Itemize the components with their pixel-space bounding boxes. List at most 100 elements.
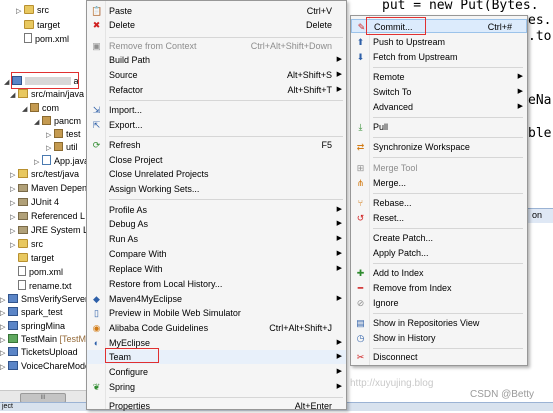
project-icon xyxy=(8,347,18,356)
tree-item[interactable]: ◢ src/main/java xyxy=(10,88,84,101)
menu-item-disconnect[interactable]: ✂ Disconnect xyxy=(351,350,527,364)
menu-item-source[interactable]: Source Alt+Shift+S ▶ xyxy=(87,68,346,82)
package-explorer: ▷ src target pom.xml ◢ a ◢ src/main/java ◢… xyxy=(0,0,90,410)
tree-item[interactable]: ▷ src xyxy=(10,238,43,251)
package-icon xyxy=(54,129,63,138)
tree-item[interactable]: ◢ pancm xyxy=(34,115,81,128)
menu-item-export[interactable]: ⇱ Export... xyxy=(87,118,346,132)
code-line: .to xyxy=(528,29,552,44)
mobile-icon: ▯ xyxy=(94,308,99,318)
menu-item-assign-working-sets[interactable]: Assign Working Sets... xyxy=(87,182,346,196)
tree-item[interactable]: ▷ JRE System Li xyxy=(10,224,90,237)
submenu-arrow-icon: ▶ xyxy=(517,88,523,95)
tree-item[interactable]: ▷ springMina xyxy=(0,320,65,333)
menu-item-refresh[interactable]: ⟳ Refresh F5 xyxy=(87,138,346,152)
history-icon: ◷ xyxy=(356,333,365,343)
menu-item-run-as[interactable]: Run As ▶ xyxy=(87,232,346,246)
rebase-icon: ⑂ xyxy=(357,198,364,208)
highlight-box-commit xyxy=(366,17,426,35)
merge-icon: ⋔ xyxy=(356,178,365,188)
tree-item[interactable]: ▷ TestMain [TestM xyxy=(0,333,86,346)
menu-item-import[interactable]: ⇲ Import... xyxy=(87,103,346,117)
menu-item-show-repositories[interactable]: ▤ Show in Repositories View xyxy=(351,316,527,330)
tree-item[interactable]: ▷ JUnit 4 xyxy=(10,196,59,209)
tree-item[interactable]: ▷ SmsVerifyServer xyxy=(0,293,88,306)
paste-icon: 📋 xyxy=(91,6,103,16)
menu-item-restore-local-history[interactable]: Restore from Local History... xyxy=(87,277,346,291)
tree-item[interactable]: ▷ VoiceChareMode xyxy=(0,360,90,373)
tree-item[interactable]: target xyxy=(16,19,60,32)
menu-item-reset[interactable]: ↺ Reset... xyxy=(351,211,527,225)
code-line: es. xyxy=(528,13,552,28)
submenu-arrow-icon: ▶ xyxy=(336,265,342,272)
menu-item-compare-with[interactable]: Compare With ▶ xyxy=(87,247,346,261)
submenu-arrow-icon: ▶ xyxy=(336,353,342,360)
remove-context-icon: ▣ xyxy=(92,41,101,51)
import-icon: ⇲ xyxy=(92,105,101,115)
package-icon xyxy=(30,103,39,112)
submenu-arrow-icon: ▶ xyxy=(336,235,342,242)
menu-item-switch-to[interactable]: Switch To ▶ xyxy=(351,85,527,99)
menu-item-configure[interactable]: Configure ▶ xyxy=(87,365,346,379)
tree-item[interactable]: ▷ TicketsUpload xyxy=(0,346,78,359)
package-icon xyxy=(42,116,51,125)
project-icon xyxy=(8,307,18,316)
tree-item[interactable]: pom.xml xyxy=(16,33,69,46)
menu-item-refactor[interactable]: Refactor Alt+Shift+T ▶ xyxy=(87,83,346,97)
menu-item-replace-with[interactable]: Replace With ▶ xyxy=(87,262,346,276)
menu-item-apply-patch[interactable]: Apply Patch... xyxy=(351,246,527,260)
menu-item-push-upstream[interactable]: ⬆ Push to Upstream xyxy=(351,35,527,49)
menu-item-properties[interactable]: Properties Alt+Enter xyxy=(87,399,346,413)
code-line: ble xyxy=(528,126,552,141)
tree-item[interactable]: target xyxy=(10,252,54,265)
tree-item[interactable]: ▷ spark_test xyxy=(0,306,63,319)
menu-item-maven4myeclipse[interactable]: ◆ Maven4MyEclipse ▶ xyxy=(87,292,346,306)
menu-item-remote[interactable]: Remote ▶ xyxy=(351,70,527,84)
project-icon xyxy=(8,294,18,303)
tree-item[interactable]: ▷ src xyxy=(16,4,49,17)
menu-item-delete[interactable]: ✖ Delete Delete xyxy=(87,18,346,32)
java-file-icon xyxy=(42,155,51,165)
tree-item[interactable]: ▷ test xyxy=(46,128,81,141)
tree-item[interactable]: ▷ App.java xyxy=(34,155,89,168)
menu-item-merge[interactable]: ⋔ Merge... xyxy=(351,176,527,190)
menu-item-debug-as[interactable]: Debug As ▶ xyxy=(87,217,346,231)
menu-item-ignore[interactable]: ⊘ Ignore xyxy=(351,296,527,310)
submenu-arrow-icon: ▶ xyxy=(336,295,342,302)
library-icon xyxy=(18,226,28,234)
maven-icon: ◆ xyxy=(93,294,100,304)
menu-item-close-project[interactable]: Close Project xyxy=(87,153,346,167)
source-folder-icon xyxy=(18,169,28,178)
menu-item-spring[interactable]: ❦ Spring ▶ xyxy=(87,380,346,394)
menu-item-paste[interactable]: 📋 Paste Ctrl+V xyxy=(87,4,346,18)
menu-item-pull[interactable]: ⤓ Pull xyxy=(351,120,527,134)
context-menu: 📋 Paste Ctrl+V ✖ Delete Delete ▣ Remove from … xyxy=(86,0,347,413)
tree-item[interactable]: ◢ com xyxy=(22,102,59,115)
menu-item-rebase[interactable]: ⑂ Rebase... xyxy=(351,196,527,210)
submenu-arrow-icon: ▶ xyxy=(336,71,342,78)
tree-item[interactable]: ▷ src/test/java xyxy=(10,168,79,181)
folder-icon xyxy=(24,20,34,29)
menu-item-show-history[interactable]: ◷ Show in History xyxy=(351,331,527,345)
spring-icon: ❦ xyxy=(92,382,101,392)
remove-index-icon: ━ xyxy=(357,283,364,293)
tree-item[interactable]: ▷ Maven Depen xyxy=(10,182,87,195)
refresh-icon: ⟳ xyxy=(92,140,101,150)
ignore-icon: ⊘ xyxy=(356,298,365,308)
menu-item-preview-mobile[interactable]: ▯ Preview in Mobile Web Simulator xyxy=(87,306,346,320)
tree-item[interactable]: rename.txt xyxy=(10,280,72,293)
tree-item[interactable]: ▷ Referenced L xyxy=(10,210,85,223)
menu-item-build-path[interactable]: Build Path ▶ xyxy=(87,53,346,67)
menu-item-create-patch[interactable]: Create Patch... xyxy=(351,231,527,245)
menu-item-alibaba-guidelines[interactable]: ◉ Alibaba Code Guidelines Ctrl+Alt+Shift+J xyxy=(87,321,346,335)
menu-item-add-to-index[interactable]: ✚ Add to Index xyxy=(351,266,527,280)
menu-item-fetch-upstream[interactable]: ⬇ Fetch from Upstream xyxy=(351,50,527,64)
library-icon xyxy=(18,198,28,206)
menu-item-advanced[interactable]: Advanced ▶ xyxy=(351,100,527,114)
menu-item-synchronize[interactable]: ⇄ Synchronize Workspace xyxy=(351,140,527,154)
tree-item[interactable]: ▷ util xyxy=(46,141,78,154)
tree-item[interactable]: pom.xml xyxy=(10,266,63,279)
menu-item-profile-as[interactable]: Profile As ▶ xyxy=(87,203,346,217)
menu-item-close-unrelated-projects[interactable]: Close Unrelated Projects xyxy=(87,167,346,181)
menu-item-remove-from-index[interactable]: ━ Remove from Index xyxy=(351,281,527,295)
